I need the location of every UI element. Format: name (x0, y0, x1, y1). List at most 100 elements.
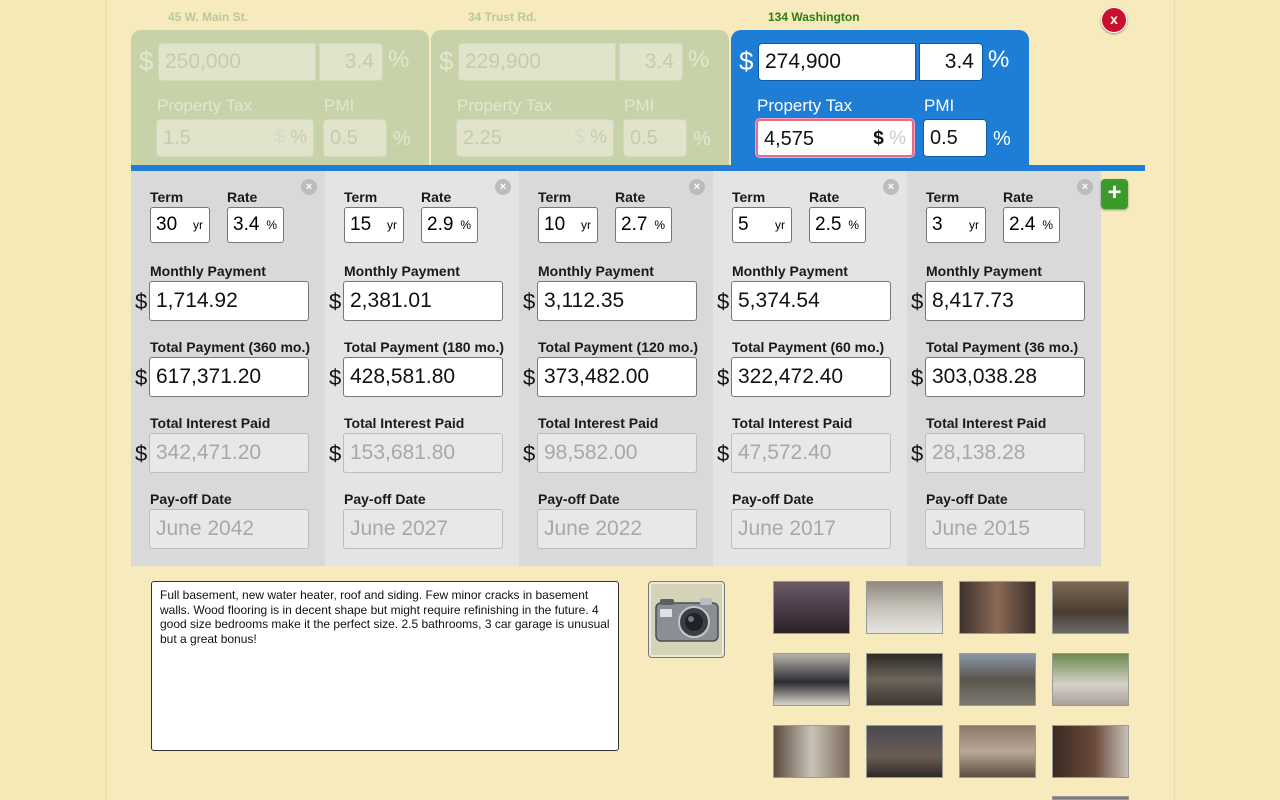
dollar-sign: $ (139, 46, 154, 76)
photo-thumbnail[interactable] (866, 581, 943, 634)
total-payment-label: Total Payment (360 mo.) (150, 339, 311, 355)
dollar-sign: $ (739, 46, 754, 76)
property-tax-value: 2.25 (463, 127, 502, 149)
percent-sign: % (688, 46, 710, 73)
property-tax-input[interactable]: 1.5 $ % (156, 119, 314, 157)
monthly-payment-field[interactable]: 5,374.54 (731, 281, 891, 321)
property-tax-value: 4,575 (764, 128, 815, 150)
photo-thumbnail[interactable] (1052, 796, 1129, 800)
monthly-payment-field[interactable]: 2,381.01 (343, 281, 503, 321)
property-card-1[interactable]: $ 250,000 3.4 % Property Tax PMI 1.5 $ % … (131, 30, 429, 166)
photo-thumbnail[interactable] (1052, 581, 1129, 634)
price-input[interactable]: 250,000 (158, 43, 316, 81)
property-tax-value: 1.5 (163, 127, 191, 149)
property-tax-label: Property Tax (157, 96, 253, 115)
tax-unit-toggle[interactable]: $ % (574, 120, 607, 156)
remove-loan-button[interactable]: × (301, 179, 317, 195)
property-card-3[interactable]: $ 274,900 3.4 % Property Tax PMI 4,575 $ … (731, 30, 1029, 166)
pmi-input[interactable]: 0.5 (323, 119, 387, 157)
percent-sign: % (988, 46, 1010, 73)
photo-thumbnail[interactable] (959, 653, 1036, 706)
monthly-payment-field[interactable]: 1,714.92 (149, 281, 309, 321)
add-loan-button[interactable]: + (1101, 179, 1128, 209)
remove-loan-button[interactable]: × (495, 179, 511, 195)
property-tax-input[interactable]: 2.25 $ % (456, 119, 614, 157)
rate-label: Rate (809, 189, 840, 205)
payoff-date-field: June 2042 (149, 509, 309, 549)
rate-input[interactable]: 3.4 (919, 43, 983, 81)
dollar-sign: $ (717, 289, 730, 314)
term-input[interactable]: 15 yr (344, 207, 404, 243)
term-label: Term (344, 189, 378, 205)
photo-thumbnail[interactable] (773, 653, 850, 706)
notes-textarea[interactable]: Full basement, new water heater, roof an… (151, 581, 619, 751)
photo-thumbnail[interactable] (959, 725, 1036, 778)
price-input[interactable]: 229,900 (458, 43, 616, 81)
close-property-button[interactable]: x (1101, 7, 1127, 33)
pmi-input[interactable]: 0.5 (923, 119, 987, 157)
property-tab-1-name[interactable]: 45 W. Main St. (168, 10, 248, 24)
pmi-label: PMI (924, 96, 955, 115)
remove-loan-button[interactable]: × (883, 179, 899, 195)
percent-sign: % (393, 128, 411, 150)
photo-thumbnail[interactable] (773, 725, 850, 778)
rate-input[interactable]: 3.4 (319, 43, 383, 81)
dollar-sign: $ (329, 365, 342, 390)
term-input[interactable]: 3 yr (926, 207, 986, 243)
property-tab-3-name[interactable]: 134 Washington (768, 10, 860, 24)
term-input[interactable]: 30 yr (150, 207, 210, 243)
dollar-sign: $ (135, 289, 148, 314)
total-interest-field: 342,471.20 (149, 433, 309, 473)
total-interest-label: Total Interest Paid (732, 415, 853, 431)
photo-thumbnail[interactable] (959, 581, 1036, 634)
monthly-payment-label: Monthly Payment (344, 263, 460, 279)
photo-thumbnail[interactable] (1052, 725, 1129, 778)
rate-input[interactable]: 2.5% (809, 207, 866, 243)
app-window: 45 W. Main St. 34 Trust Rd. 134 Washingt… (106, 0, 1175, 800)
term-input[interactable]: 10 yr (538, 207, 598, 243)
term-label: Term (538, 189, 572, 205)
rate-input[interactable]: 2.9% (421, 207, 478, 243)
tax-unit-toggle[interactable]: $ % (274, 120, 307, 156)
payoff-date-field: June 2015 (925, 509, 1085, 549)
rate-input[interactable]: 3.4% (227, 207, 284, 243)
dollar-sign: $ (523, 289, 536, 314)
loan-column-2: × Term Rate 15 yr 2.9% Monthly Payment $ … (325, 171, 519, 566)
total-payment-field[interactable]: 617,371.20 (149, 357, 309, 397)
payoff-date-label: Pay-off Date (926, 491, 1008, 507)
property-card-2[interactable]: $ 229,900 3.4 % Property Tax PMI 2.25 $ %… (431, 30, 729, 166)
remove-loan-button[interactable]: × (689, 179, 705, 195)
pmi-input[interactable]: 0.5 (623, 119, 687, 157)
total-payment-field[interactable]: 322,472.40 (731, 357, 891, 397)
percent-sign: % (388, 46, 410, 73)
dollar-sign: $ (717, 365, 730, 390)
total-payment-field[interactable]: 428,581.80 (343, 357, 503, 397)
photo-thumbnail[interactable] (866, 725, 943, 778)
photo-thumbnail[interactable] (866, 653, 943, 706)
property-tax-input[interactable]: 4,575 $ % (756, 119, 914, 157)
term-input[interactable]: 5 yr (732, 207, 792, 243)
monthly-payment-field[interactable]: 8,417.73 (925, 281, 1085, 321)
total-payment-label: Total Payment (180 mo.) (344, 339, 505, 355)
rate-input[interactable]: 2.7% (615, 207, 672, 243)
property-tax-label: Property Tax (757, 96, 853, 115)
property-tab-2-name[interactable]: 34 Trust Rd. (468, 10, 537, 24)
total-payment-field[interactable]: 373,482.00 (537, 357, 697, 397)
rate-input[interactable]: 2.4% (1003, 207, 1060, 243)
photo-thumbnail[interactable] (773, 581, 850, 634)
monthly-payment-field[interactable]: 3,112.35 (537, 281, 697, 321)
total-payment-field[interactable]: 303,038.28 (925, 357, 1085, 397)
price-input[interactable]: 274,900 (758, 43, 916, 81)
tax-unit-toggle[interactable]: $ % (873, 121, 906, 157)
rate-input[interactable]: 3.4 (619, 43, 683, 81)
camera-button[interactable] (648, 581, 725, 658)
loan-column-3: × Term Rate 10 yr 2.7% Monthly Payment $ … (519, 171, 713, 566)
dollar-sign: $ (135, 365, 148, 390)
total-interest-label: Total Interest Paid (150, 415, 271, 431)
total-payment-label: Total Payment (36 mo.) (926, 339, 1079, 355)
photo-thumbnail[interactable] (1052, 653, 1129, 706)
pmi-label: PMI (324, 96, 355, 115)
dollar-sign: $ (911, 365, 924, 390)
rate-label: Rate (227, 189, 258, 205)
remove-loan-button[interactable]: × (1077, 179, 1093, 195)
